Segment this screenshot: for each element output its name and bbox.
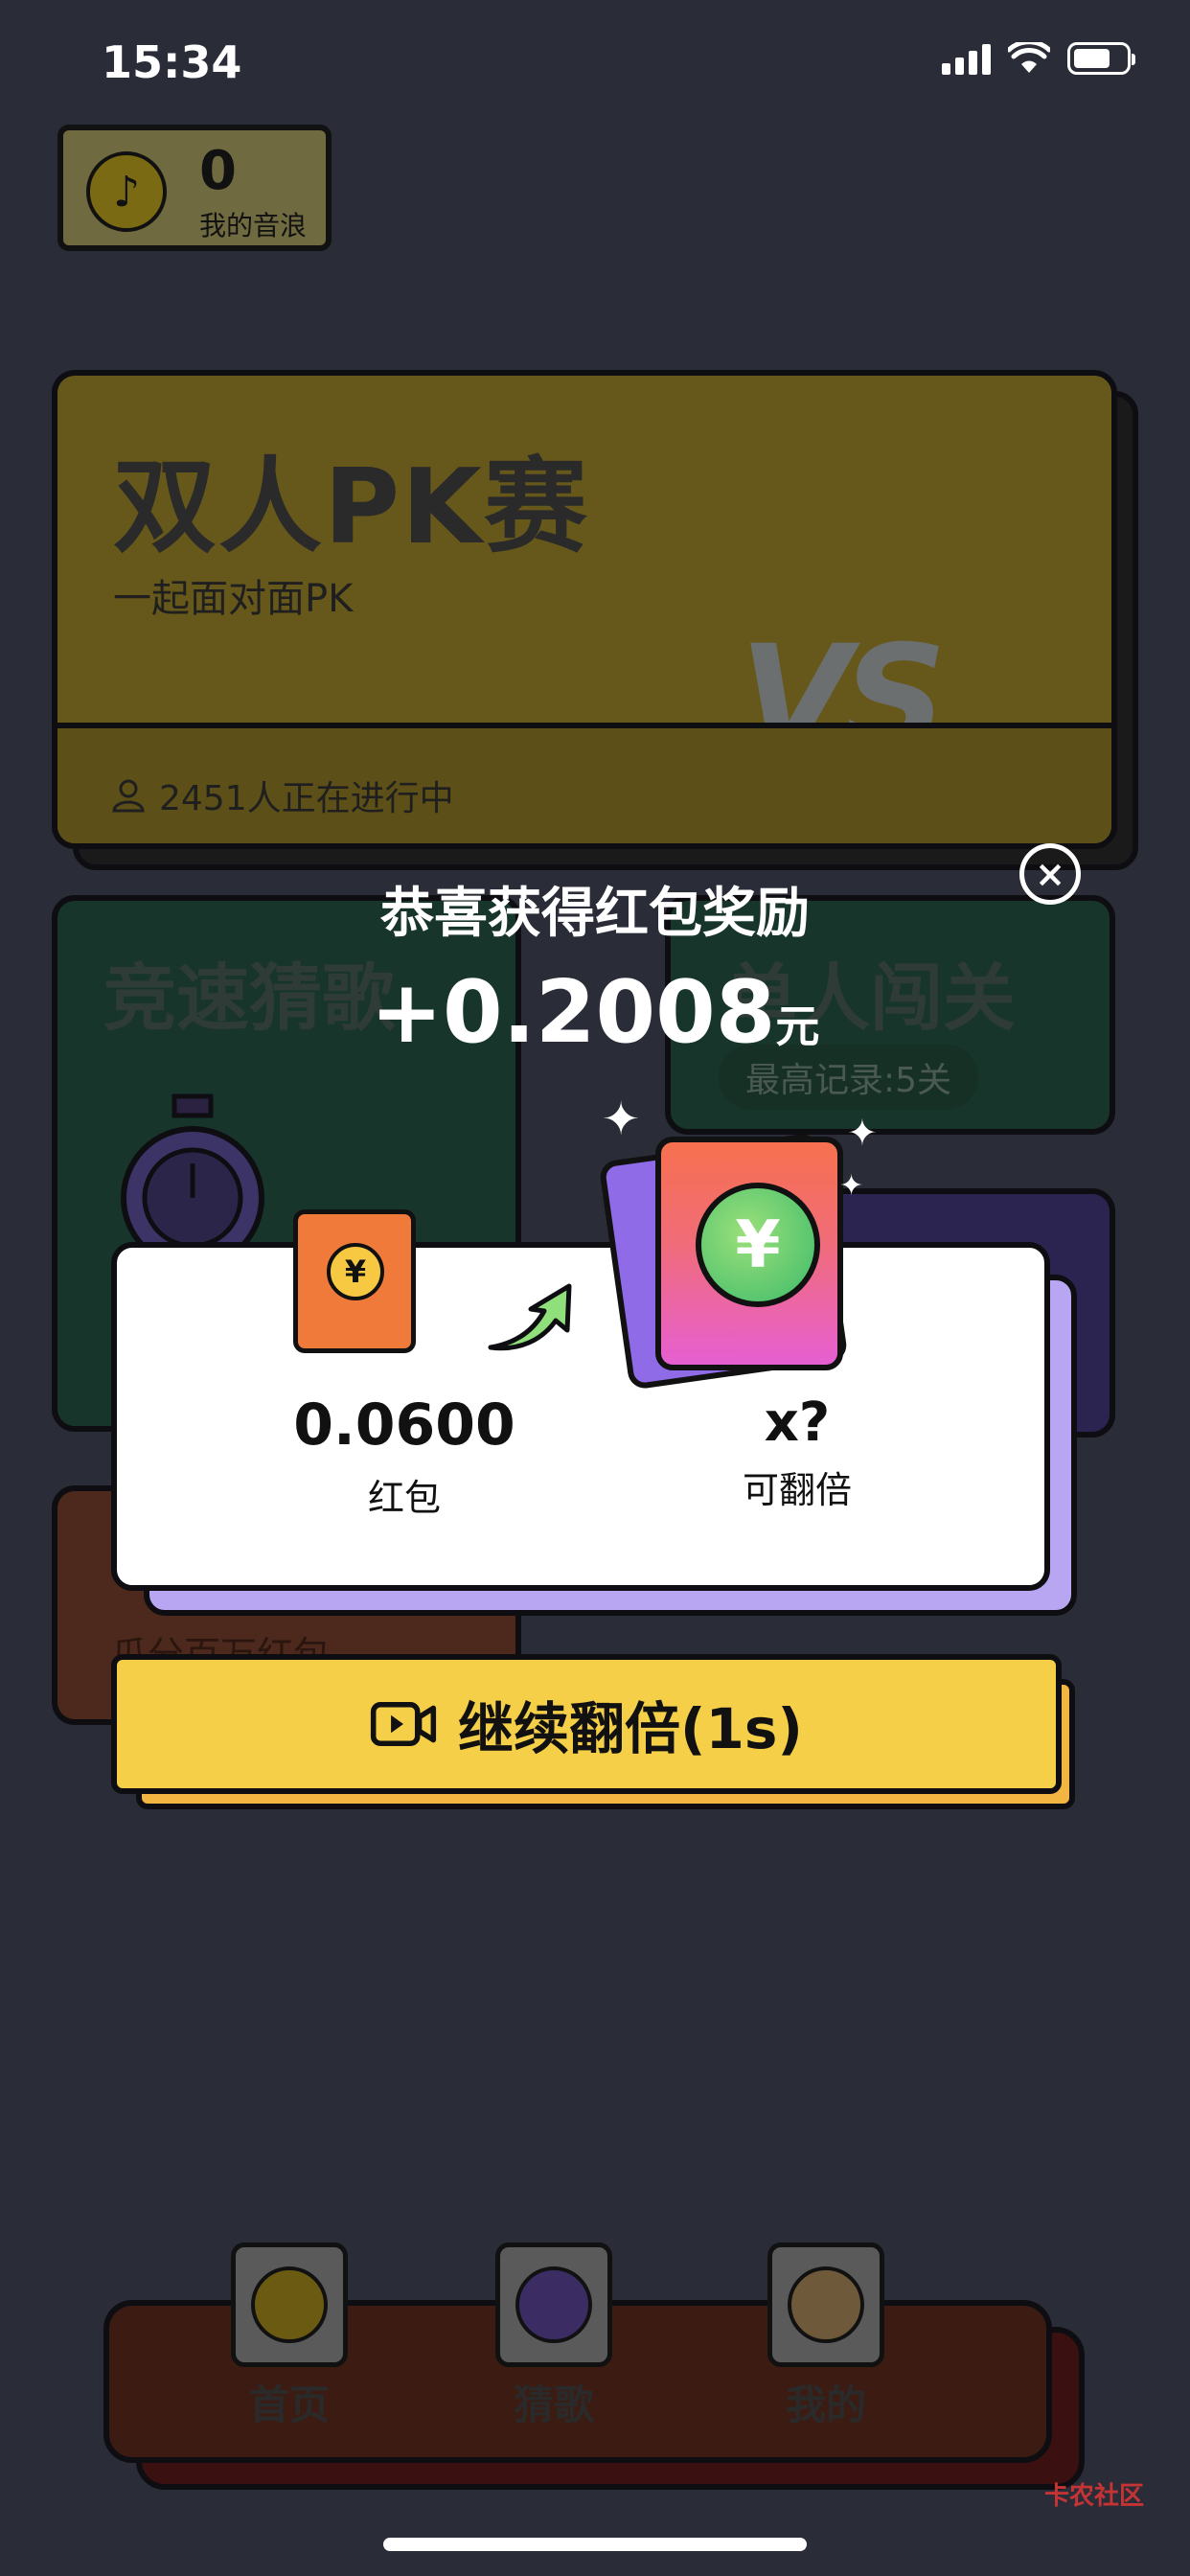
reward-amount: +0.2008元	[0, 962, 1190, 1063]
watermark: 卡农社区	[1043, 2482, 1144, 2511]
wifi-icon	[1008, 42, 1050, 73]
nav-item-guess[interactable]: 猜歌	[477, 2242, 630, 2431]
pk-subtitle: 一起面对面PK	[113, 577, 354, 621]
close-button[interactable]: ×	[1019, 843, 1081, 905]
pk-card[interactable]: 双人PK赛 一起面对面PK VS 2451人正在进行中	[52, 370, 1117, 849]
sparkle-icon: ✦	[839, 1169, 864, 1203]
red-packet-value: 0.0600	[293, 1392, 515, 1459]
pk-title: 双人PK赛	[113, 448, 589, 567]
status-time: 15:34	[102, 36, 242, 88]
multiplier-label: 可翻倍	[742, 1469, 852, 1511]
amount-value: +0.2008	[370, 962, 776, 1063]
continue-double-label: 继续翻倍(1s)	[458, 1696, 803, 1761]
amount-unit: 元	[775, 1000, 820, 1052]
pk-users: 2451人正在进行中	[111, 770, 454, 820]
arrow-up-icon	[488, 1283, 572, 1351]
close-icon: ×	[1035, 853, 1065, 895]
sparkle-icon: ✦	[847, 1112, 878, 1154]
pk-users-text: 2451人正在进行中	[159, 779, 454, 818]
home-music-icon	[231, 2242, 348, 2367]
nav-item-home[interactable]: 首页	[213, 2242, 366, 2431]
yuan-coin-icon: ¥	[327, 1243, 384, 1300]
status-icons	[942, 42, 1135, 75]
wallet-pill[interactable]: ♪ 0 我的音浪	[57, 125, 332, 251]
red-packet-label: 红包	[367, 1477, 441, 1519]
red-envelope-icon: ¥	[293, 1209, 416, 1353]
nav-label-home: 首页	[248, 2381, 330, 2428]
video-icon	[370, 1701, 437, 1747]
home-indicator[interactable]	[383, 2538, 807, 2551]
nav-label-mine: 我的	[785, 2381, 866, 2428]
modal-title: 恭喜获得红包奖励	[380, 883, 810, 945]
wallet-label: 我的音浪	[199, 210, 308, 242]
reward-panel: 0.0600 红包 x? 可翻倍	[111, 1242, 1050, 1591]
user-icon	[112, 779, 145, 813]
vinyl-record-icon	[495, 2242, 612, 2367]
multiplier: x?	[764, 1392, 831, 1454]
avatar-icon	[767, 2242, 884, 2367]
continue-double-button[interactable]: 继续翻倍(1s)	[111, 1654, 1062, 1794]
music-note-icon: ♪	[86, 151, 167, 232]
sparkle-icon: ✦	[602, 1092, 641, 1146]
wallet-count: 0	[199, 140, 237, 202]
yuan-coin-large-icon: ¥	[696, 1183, 820, 1307]
nav-item-mine[interactable]: 我的	[749, 2242, 903, 2431]
battery-icon	[1067, 42, 1135, 75]
nav-label-guess: 猜歌	[513, 2381, 594, 2428]
signal-icon	[942, 42, 991, 75]
